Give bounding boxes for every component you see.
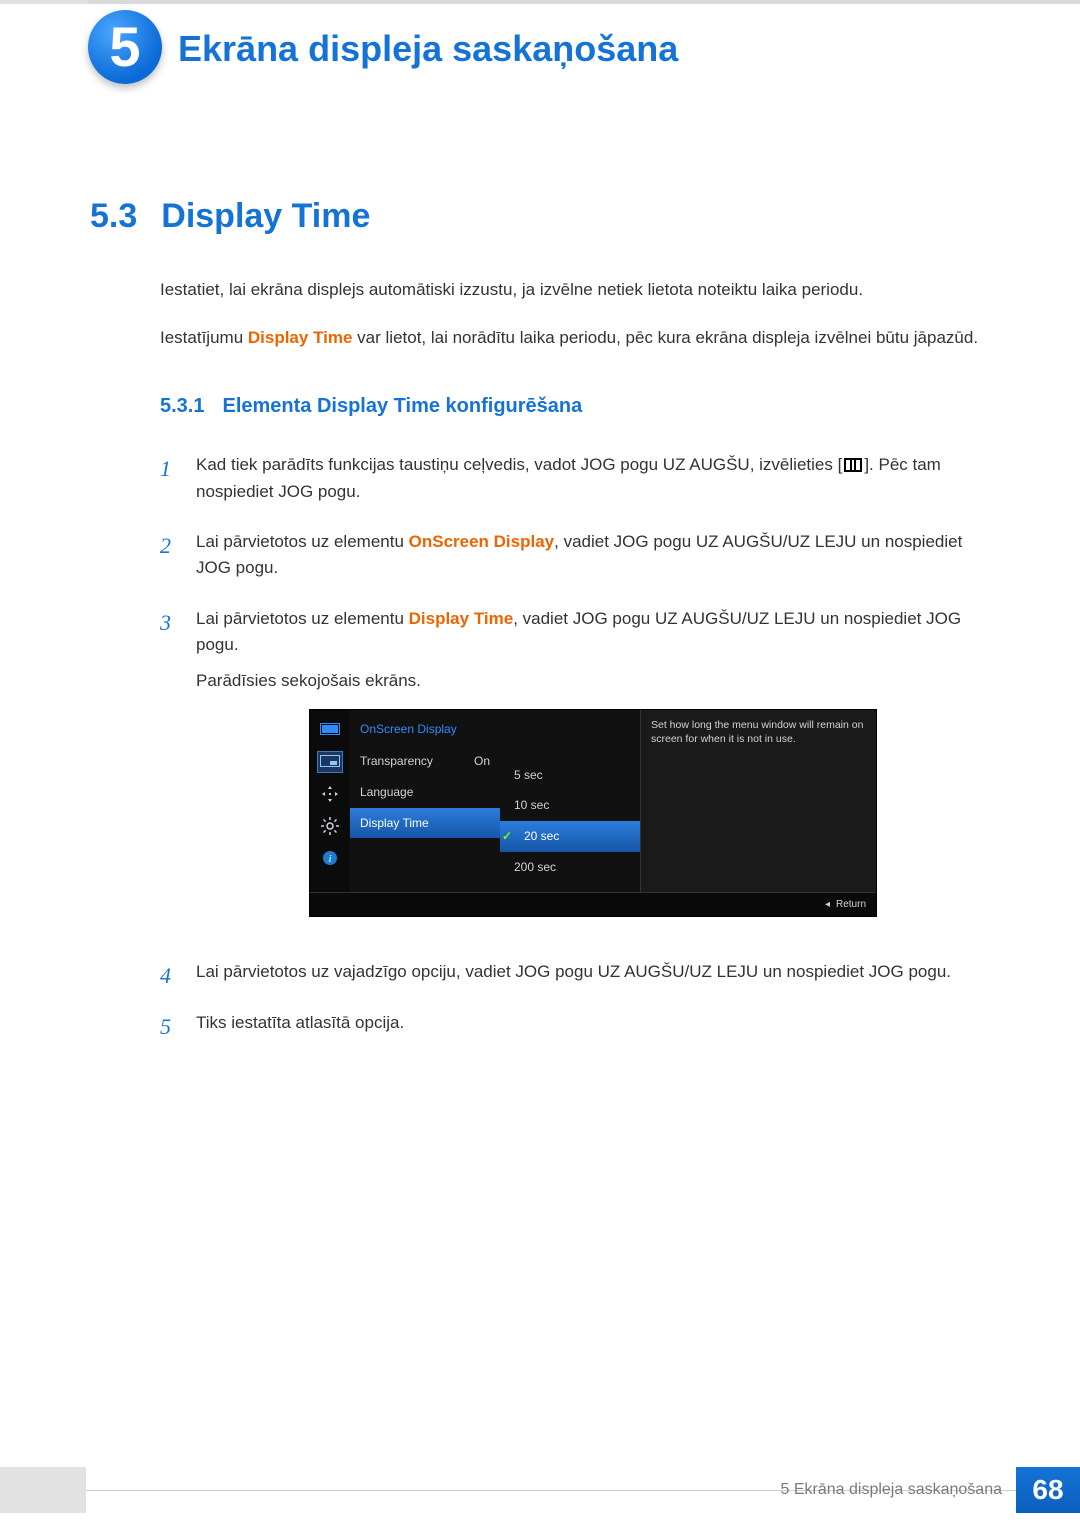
osd-option-label: 200 sec	[514, 860, 556, 874]
osd-main: OnScreen Display Transparency On Languag…	[350, 710, 876, 892]
osd-option-label: 5 sec	[514, 768, 543, 782]
step3-a: Lai pārvietotos uz elementu	[196, 609, 409, 628]
osd-option: 200 sec	[500, 852, 640, 883]
step-3: 3 Lai pārvietotos uz elementu Display Ti…	[160, 606, 990, 945]
footer-left-gutter	[0, 1467, 86, 1513]
osd-options-column: 5 sec 10 sec 20 sec 200 sec	[500, 710, 640, 892]
step-number: 1	[160, 452, 182, 515]
gear-icon	[318, 816, 342, 836]
osd-left-column: OnScreen Display Transparency On Languag…	[350, 710, 500, 892]
osd-row-language: Language	[350, 777, 500, 808]
step-body: Lai pārvietotos uz vajadzīgo opciju, vad…	[196, 959, 990, 995]
osd-display-time-label: Display Time	[360, 814, 429, 833]
step-1: 1 Kad tiek parādīts funkcijas taustiņu c…	[160, 452, 990, 515]
osd-transparency-label: Transparency	[360, 752, 433, 771]
step3-emphasis: Display Time	[409, 609, 514, 628]
osd-help-text: Set how long the menu window will remain…	[640, 710, 876, 892]
intro2-emphasis: Display Time	[248, 328, 353, 347]
move-icon	[318, 784, 342, 804]
step-number: 3	[160, 606, 182, 945]
step-body: Lai pārvietotos uz elementu Display Time…	[196, 606, 990, 945]
onscreen-display-icon	[318, 752, 342, 772]
osd-option: 10 sec	[500, 790, 640, 821]
step-4: 4 Lai pārvietotos uz vajadzīgo opciju, v…	[160, 959, 990, 995]
picture-icon	[318, 720, 342, 740]
subsection-number: 5.3.1	[160, 391, 204, 422]
osd-return-label: Return	[836, 897, 866, 913]
step-body: Lai pārvietotos uz elementu OnScreen Dis…	[196, 529, 990, 592]
step-number: 4	[160, 959, 182, 995]
osd-option-selected: 20 sec	[500, 821, 640, 852]
step2-emphasis: OnScreen Display	[409, 532, 555, 551]
intro-paragraph-2: Iestatījumu Display Time var lietot, lai…	[160, 325, 990, 351]
chapter-number-badge: 5	[88, 10, 162, 84]
section-title: Display Time	[161, 190, 370, 243]
footer-page-number: 68	[1016, 1467, 1080, 1513]
osd-menu-title: OnScreen Display	[350, 716, 500, 747]
section-heading: 5.3 Display Time	[90, 190, 990, 243]
step-body: Kad tiek parādīts funkcijas taustiņu ceļ…	[196, 452, 990, 515]
content-area: 5.3 Display Time Iestatiet, lai ekrāna d…	[90, 190, 990, 1060]
step3-c: Parādīsies sekojošais ekrāns.	[196, 668, 990, 694]
step5-text: Tiks iestatīta atlasītā opcija.	[196, 1010, 990, 1036]
step1-a: Kad tiek parādīts funkcijas taustiņu ceļ…	[196, 455, 842, 474]
osd-nav-icons: i	[310, 710, 350, 892]
menu-icon	[844, 458, 862, 472]
intro2-b: var lietot, lai norādītu laika periodu, …	[352, 328, 978, 347]
osd-option-label: 20 sec	[524, 829, 559, 843]
step-2: 2 Lai pārvietotos uz elementu OnScreen D…	[160, 529, 990, 592]
osd-transparency-value: On	[474, 752, 490, 771]
footer-chapter-label: 5 Ekrāna displeja saskaņošana	[781, 1481, 1016, 1499]
page-footer: 5 Ekrāna displeja saskaņošana 68	[781, 1467, 1080, 1513]
osd-language-label: Language	[360, 783, 413, 802]
step4-text: Lai pārvietotos uz vajadzīgo opciju, vad…	[196, 959, 990, 985]
step-5: 5 Tiks iestatīta atlasītā opcija.	[160, 1010, 990, 1046]
osd-row-transparency: Transparency On	[350, 746, 500, 777]
osd-screenshot: i OnScreen Display Transparency On	[309, 709, 877, 917]
step-body: Tiks iestatīta atlasītā opcija.	[196, 1010, 990, 1046]
subsection-heading: 5.3.1 Elementa Display Time konfigurēšan…	[160, 391, 990, 422]
page-top-rule	[0, 0, 1080, 4]
step-number: 5	[160, 1010, 182, 1046]
osd-body: i OnScreen Display Transparency On	[310, 710, 876, 892]
svg-text:i: i	[328, 853, 331, 865]
intro-paragraph-1: Iestatiet, lai ekrāna displejs automātis…	[160, 277, 990, 303]
osd-option-label: 10 sec	[514, 798, 549, 812]
step2-a: Lai pārvietotos uz elementu	[196, 532, 409, 551]
osd-footer: ◂ Return	[310, 892, 876, 916]
return-arrow-icon: ◂	[825, 897, 830, 913]
info-icon: i	[318, 848, 342, 868]
steps-list: 1 Kad tiek parādīts funkcijas taustiņu c…	[160, 452, 990, 1045]
subsection-title: Elementa Display Time konfigurēšana	[222, 391, 582, 422]
section-number: 5.3	[90, 190, 137, 243]
step-number: 2	[160, 529, 182, 592]
chapter-title: Ekrāna displeja saskaņošana	[178, 28, 678, 70]
intro2-a: Iestatījumu	[160, 328, 248, 347]
osd-row-display-time: Display Time	[350, 808, 500, 839]
osd-option: 5 sec	[500, 760, 640, 791]
